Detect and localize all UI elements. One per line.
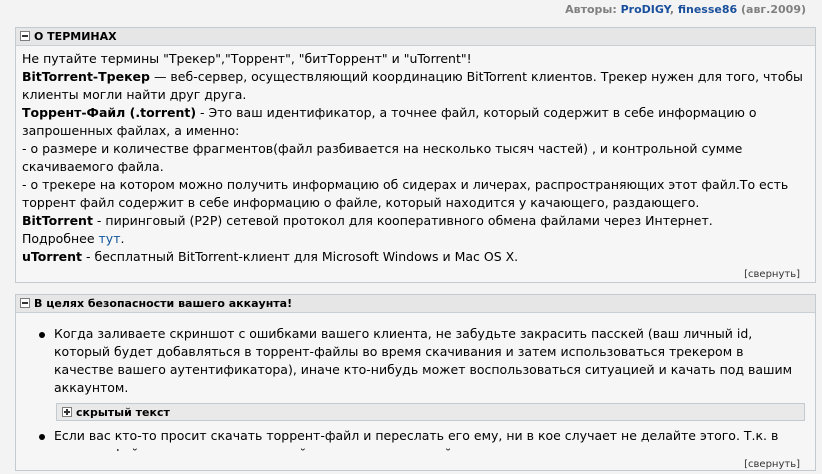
spoiler-header-security[interactable]: В целях безопасности вашего аккаунта! — [16, 295, 815, 313]
plus-icon — [62, 407, 72, 417]
spoiler-body-security: Когда заливаете скриншот с ошибками ваше… — [16, 313, 815, 451]
term-fragments: - о размере и количестве фрагментов(файл… — [22, 141, 743, 174]
spoiler-body-terms: Не путайте термины "Трекер","Торрент", "… — [16, 46, 815, 265]
more-info: Подробнее тут. — [22, 230, 809, 248]
term-torrent-file: Торрент-Файл (.torrent) - Это ваш иденти… — [22, 104, 809, 140]
security-list: Когда заливаете скриншот с ошибками ваше… — [16, 325, 815, 397]
spoiler-about-terms: О ТЕРМИНАХ Не путайте термины "Трекер","… — [15, 27, 816, 283]
terms-intro: Не путайте термины "Трекер","Торрент", "… — [22, 51, 472, 66]
term-tracker: BitTorrent-Трекер — веб-сервер, осуществ… — [22, 68, 809, 104]
collapse-link-terms[interactable]: [свернуть] — [16, 268, 815, 282]
list-item-torrent-file: Если вас кто-то просит скачать торрент-ф… — [39, 427, 815, 451]
term-utorrent: uTorrent - бесплатный BitTorrent-клиент … — [22, 248, 809, 265]
hidden-text-spoiler[interactable]: скрытый текст — [56, 403, 805, 421]
spoiler-title-terms: О ТЕРМИНАХ — [34, 30, 117, 43]
term-utorrent-text: - бесплатный BitTorrent-клиент для Micro… — [82, 249, 519, 264]
minus-icon — [20, 31, 30, 41]
authors-separator: , — [669, 3, 675, 16]
term-torrent-file-name: Торрент-Файл (.torrent) — [22, 105, 197, 120]
authors-label: Авторы: — [565, 3, 617, 16]
term-tracker-info: - о трекере на котором можно получить ин… — [22, 177, 789, 210]
spoiler-account-security: В целях безопасности вашего аккаунта! Ко… — [15, 294, 816, 471]
term-bittorrent-name: BitTorrent — [22, 213, 93, 228]
hidden-text-title: скрытый текст — [76, 406, 170, 419]
minus-icon — [20, 298, 30, 308]
more-info-link[interactable]: тут — [99, 231, 121, 246]
term-bittorrent-text: - пиринговый (P2P) сетевой протокол для … — [92, 213, 713, 228]
security-list-2: Если вас кто-то просит скачать торрент-ф… — [16, 427, 815, 451]
list-item-passkey: Когда заливаете скриншот с ошибками ваше… — [39, 325, 815, 397]
authors-date: (авг.2009) — [741, 3, 806, 16]
term-bittorrent: BitTorrent - пиринговый (P2P) сетевой пр… — [22, 212, 809, 230]
more-info-end: . — [120, 231, 125, 246]
author-link-prodigy[interactable]: ProDIGY — [621, 3, 670, 16]
spoiler-title-security: В целях безопасности вашего аккаунта! — [34, 297, 293, 310]
term-tracker-name: BitTorrent-Трекер — [22, 69, 150, 84]
author-link-finesse86[interactable]: finesse86 — [678, 3, 737, 16]
more-info-text: Подробнее — [22, 231, 99, 246]
authors-line: Авторы: ProDIGY, finesse86 (авг.2009) — [565, 3, 806, 16]
term-utorrent-name: uTorrent — [22, 249, 83, 264]
spoiler-header-terms[interactable]: О ТЕРМИНАХ — [16, 28, 815, 46]
collapse-link-security[interactable]: [свернуть] — [16, 458, 815, 472]
